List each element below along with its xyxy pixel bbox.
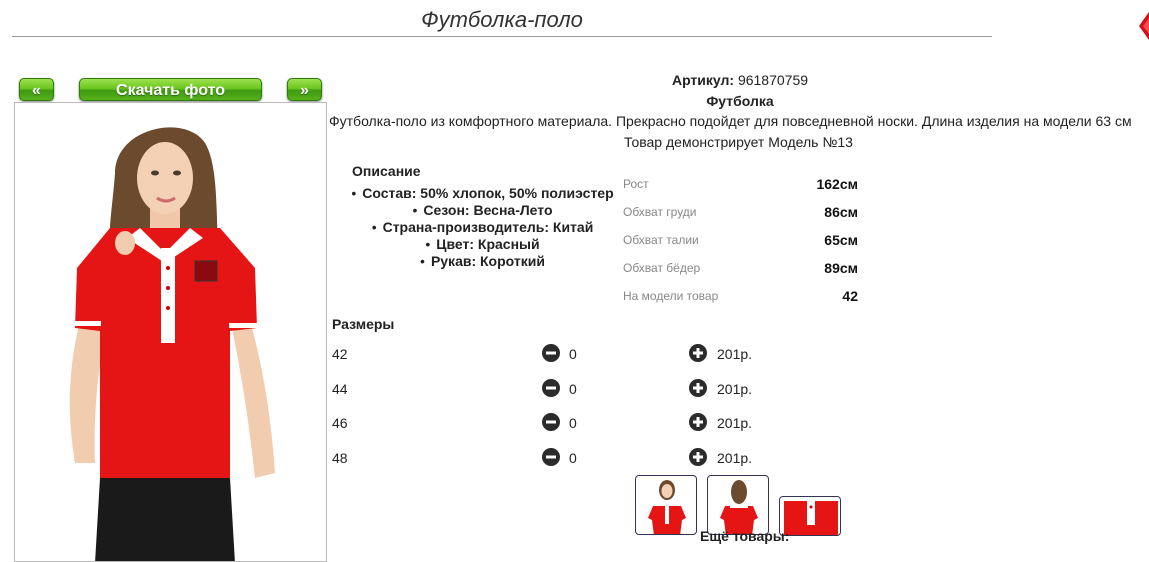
plus-circle-icon[interactable] xyxy=(689,344,707,362)
quantity-value: 0 xyxy=(569,450,577,466)
measure-label: Обхват груди xyxy=(623,205,697,219)
size-label: 44 xyxy=(332,381,348,397)
measure-value: 89см xyxy=(824,260,858,276)
quantity-value: 0 xyxy=(569,346,577,362)
download-photo-button[interactable]: Скачать фото xyxy=(79,78,262,101)
quantity-value: 0 xyxy=(569,415,577,431)
plus-circle-icon[interactable] xyxy=(689,379,707,397)
attribute-item: Цвет: Красный xyxy=(330,236,635,253)
attribute-item: Страна-производитель: Китай xyxy=(330,219,635,236)
measure-value: 162см xyxy=(816,176,858,192)
price-value: 201р. xyxy=(717,415,753,431)
page-title: Футболка-поло xyxy=(12,6,992,37)
size-row: 48 0 201р. xyxy=(332,448,772,470)
more-products-title: Ещё товары: xyxy=(700,528,790,544)
thumbnail-back-image xyxy=(720,480,758,534)
thumbnail-front-image xyxy=(648,480,686,534)
measure-value: 86см xyxy=(824,204,858,220)
measure-value: 42 xyxy=(842,288,858,304)
size-row: 46 0 201р. xyxy=(332,413,772,435)
model-note: Товар демонстрирует Модель №13 xyxy=(624,134,853,150)
size-row: 42 0 201р. xyxy=(332,344,772,366)
description-title: Описание xyxy=(352,163,421,179)
plus-circle-icon[interactable] xyxy=(689,413,707,431)
thumbnail-front[interactable] xyxy=(635,475,697,535)
measure-label: На модели товар xyxy=(623,289,719,303)
plus-circle-icon[interactable] xyxy=(689,448,707,466)
price-value: 201р. xyxy=(717,450,753,466)
measure-label: Обхват бёдер xyxy=(623,261,701,275)
size-label: 48 xyxy=(332,450,348,466)
size-label: 46 xyxy=(332,415,348,431)
attribute-list: Состав: 50% хлопок, 50% полиэстер Сезон:… xyxy=(330,185,635,270)
attribute-item: Рукав: Короткий xyxy=(330,253,635,270)
close-icon[interactable] xyxy=(1136,12,1149,40)
next-photo-button[interactable]: » xyxy=(287,78,322,101)
sku-line: Артикул: 961870759 xyxy=(620,72,860,88)
thumbnail-back[interactable] xyxy=(707,475,769,535)
product-category: Футболка xyxy=(706,93,774,109)
prev-photo-button[interactable]: « xyxy=(19,78,54,101)
price-value: 201р. xyxy=(717,346,753,362)
product-description: Футболка-поло из комфортного материала. … xyxy=(329,113,1132,129)
sku-label: Артикул: xyxy=(671,72,735,88)
size-label: 42 xyxy=(332,346,348,362)
minus-circle-icon[interactable] xyxy=(542,413,560,431)
attribute-item: Сезон: Весна-Лето xyxy=(330,202,635,219)
measure-value: 65см xyxy=(824,232,858,248)
sku-value: 961870759 xyxy=(737,72,809,88)
sizes-title: Размеры xyxy=(332,316,395,332)
attribute-item: Состав: 50% хлопок, 50% полиэстер xyxy=(330,185,635,202)
product-photo[interactable] xyxy=(14,102,327,562)
quantity-value: 0 xyxy=(569,381,577,397)
measure-label: Обхват талии xyxy=(623,233,699,247)
minus-circle-icon[interactable] xyxy=(542,344,560,362)
minus-circle-icon[interactable] xyxy=(542,379,560,397)
minus-circle-icon[interactable] xyxy=(542,448,560,466)
measure-label: Рост xyxy=(623,177,649,191)
size-row: 44 0 201р. xyxy=(332,379,772,401)
price-value: 201р. xyxy=(717,381,753,397)
model-photo-image xyxy=(69,127,275,561)
